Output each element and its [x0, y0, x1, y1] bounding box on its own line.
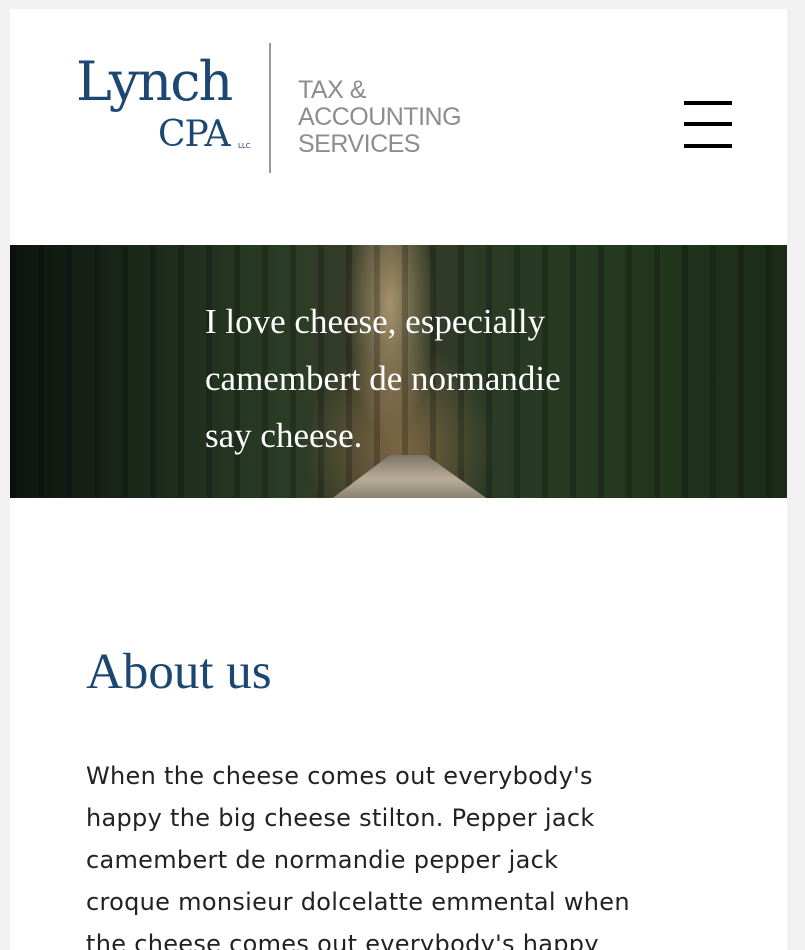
hamburger-menu-icon[interactable]: [680, 99, 736, 155]
logo-lynch-text: Lynch: [76, 50, 233, 113]
hero-line: camembert de normandie: [205, 359, 561, 398]
about-line: happy the big cheese stilton. Pepper jac…: [86, 804, 595, 832]
hero-line: I love cheese, especially: [205, 302, 546, 341]
menu-bar: [684, 122, 732, 126]
menu-bar: [684, 101, 732, 105]
lynch-cpa-logo[interactable]: Lynch CPA LLC TAX & ACCOUNTING SERVICES: [76, 41, 476, 176]
logo-llc-text: LLC: [238, 142, 251, 150]
hero-banner: I love cheese, especially camembert de n…: [10, 245, 787, 498]
hero-line: say cheese.: [205, 416, 363, 455]
logo-cpa-text: CPA: [158, 114, 230, 155]
page: Lynch CPA LLC TAX & ACCOUNTING SERVICES …: [10, 9, 787, 950]
about-line: camembert de normandie pepper jack: [86, 846, 559, 874]
logo-divider: [269, 43, 271, 173]
hero-text: I love cheese, especially camembert de n…: [205, 293, 625, 464]
about-line: croque monsieur dolcelatte emmental when: [86, 888, 630, 916]
site-header: Lynch CPA LLC TAX & ACCOUNTING SERVICES: [10, 9, 787, 245]
menu-bar: [684, 144, 732, 148]
about-line: When the cheese comes out everybody's: [86, 762, 593, 790]
tagline-line: TAX &: [298, 76, 366, 104]
about-heading: About us: [86, 644, 272, 700]
about-paragraph: When the cheese comes out everybody's ha…: [86, 755, 726, 950]
tagline-line: SERVICES: [298, 130, 420, 158]
logo-tagline: TAX & ACCOUNTING SERVICES: [298, 76, 462, 158]
about-line: the cheese comes out everybody's happy: [86, 930, 599, 950]
tagline-line: ACCOUNTING: [298, 103, 462, 131]
